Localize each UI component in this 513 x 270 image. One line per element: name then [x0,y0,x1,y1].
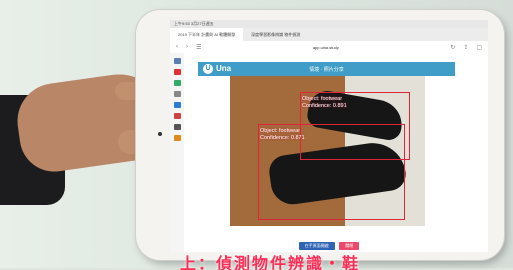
detection-photo: Object: footwear Confidence: 0.891 Objec… [230,76,425,226]
forward-icon[interactable]: › [186,44,188,50]
tabs-icon[interactable]: ▢ [476,44,482,51]
reload-icon[interactable]: ↻ [450,44,455,51]
browser-tab-bar: 2019 下半年 計畫與 AI 軟體開發 深度學習影像辨識 物件偵測 [170,28,488,41]
tablet-camera [158,132,162,136]
close-button[interactable]: 關閉 [339,242,360,250]
app-header: U Una 情境 · 照片分享 [198,62,455,76]
sidebar-app-icon[interactable] [173,80,181,86]
share-icon[interactable]: ⇪ [463,44,468,51]
app-sidebar [170,53,184,252]
sidebar-app-icon[interactable] [173,58,181,64]
detection-label: Object: footwear [260,128,301,134]
tablet-screen: 上午9:53 3月27日週五 2019 下半年 計畫與 AI 軟體開發 深度學習… [170,20,488,252]
video-caption: 上：偵測物件辨識・鞋 [180,256,361,270]
sidebar-app-icon[interactable] [173,135,181,141]
url-bar: ‹ › ☰ app.uina.study ↻ ⇪ ▢ [170,41,488,53]
sidebar-app-icon[interactable] [173,124,181,130]
browser-tab[interactable]: 深度學習影像辨識 物件偵測 [243,28,308,41]
back-icon[interactable]: ‹ [176,44,178,50]
detection-label: Object: footwear [302,96,343,102]
url-text[interactable]: app.uina.study [209,45,442,50]
reader-icon[interactable]: ☰ [196,44,201,51]
sidebar-app-icon[interactable] [173,102,181,108]
detection-confidence: Confidence: 0.891 [302,103,347,109]
detection-confidence: Confidence: 0.871 [260,135,305,141]
sidebar-app-icon[interactable] [173,91,181,97]
sidebar-app-icon[interactable] [173,69,181,75]
page-title: 情境 · 照片分享 [309,67,344,73]
sidebar-app-icon[interactable] [173,113,181,119]
browser-tab[interactable]: 2019 下半年 計畫與 AI 軟體開發 [170,28,244,41]
open-button[interactable]: 在手頁面開啟 [298,242,335,250]
status-bar: 上午9:53 3月27日週五 [170,20,488,28]
